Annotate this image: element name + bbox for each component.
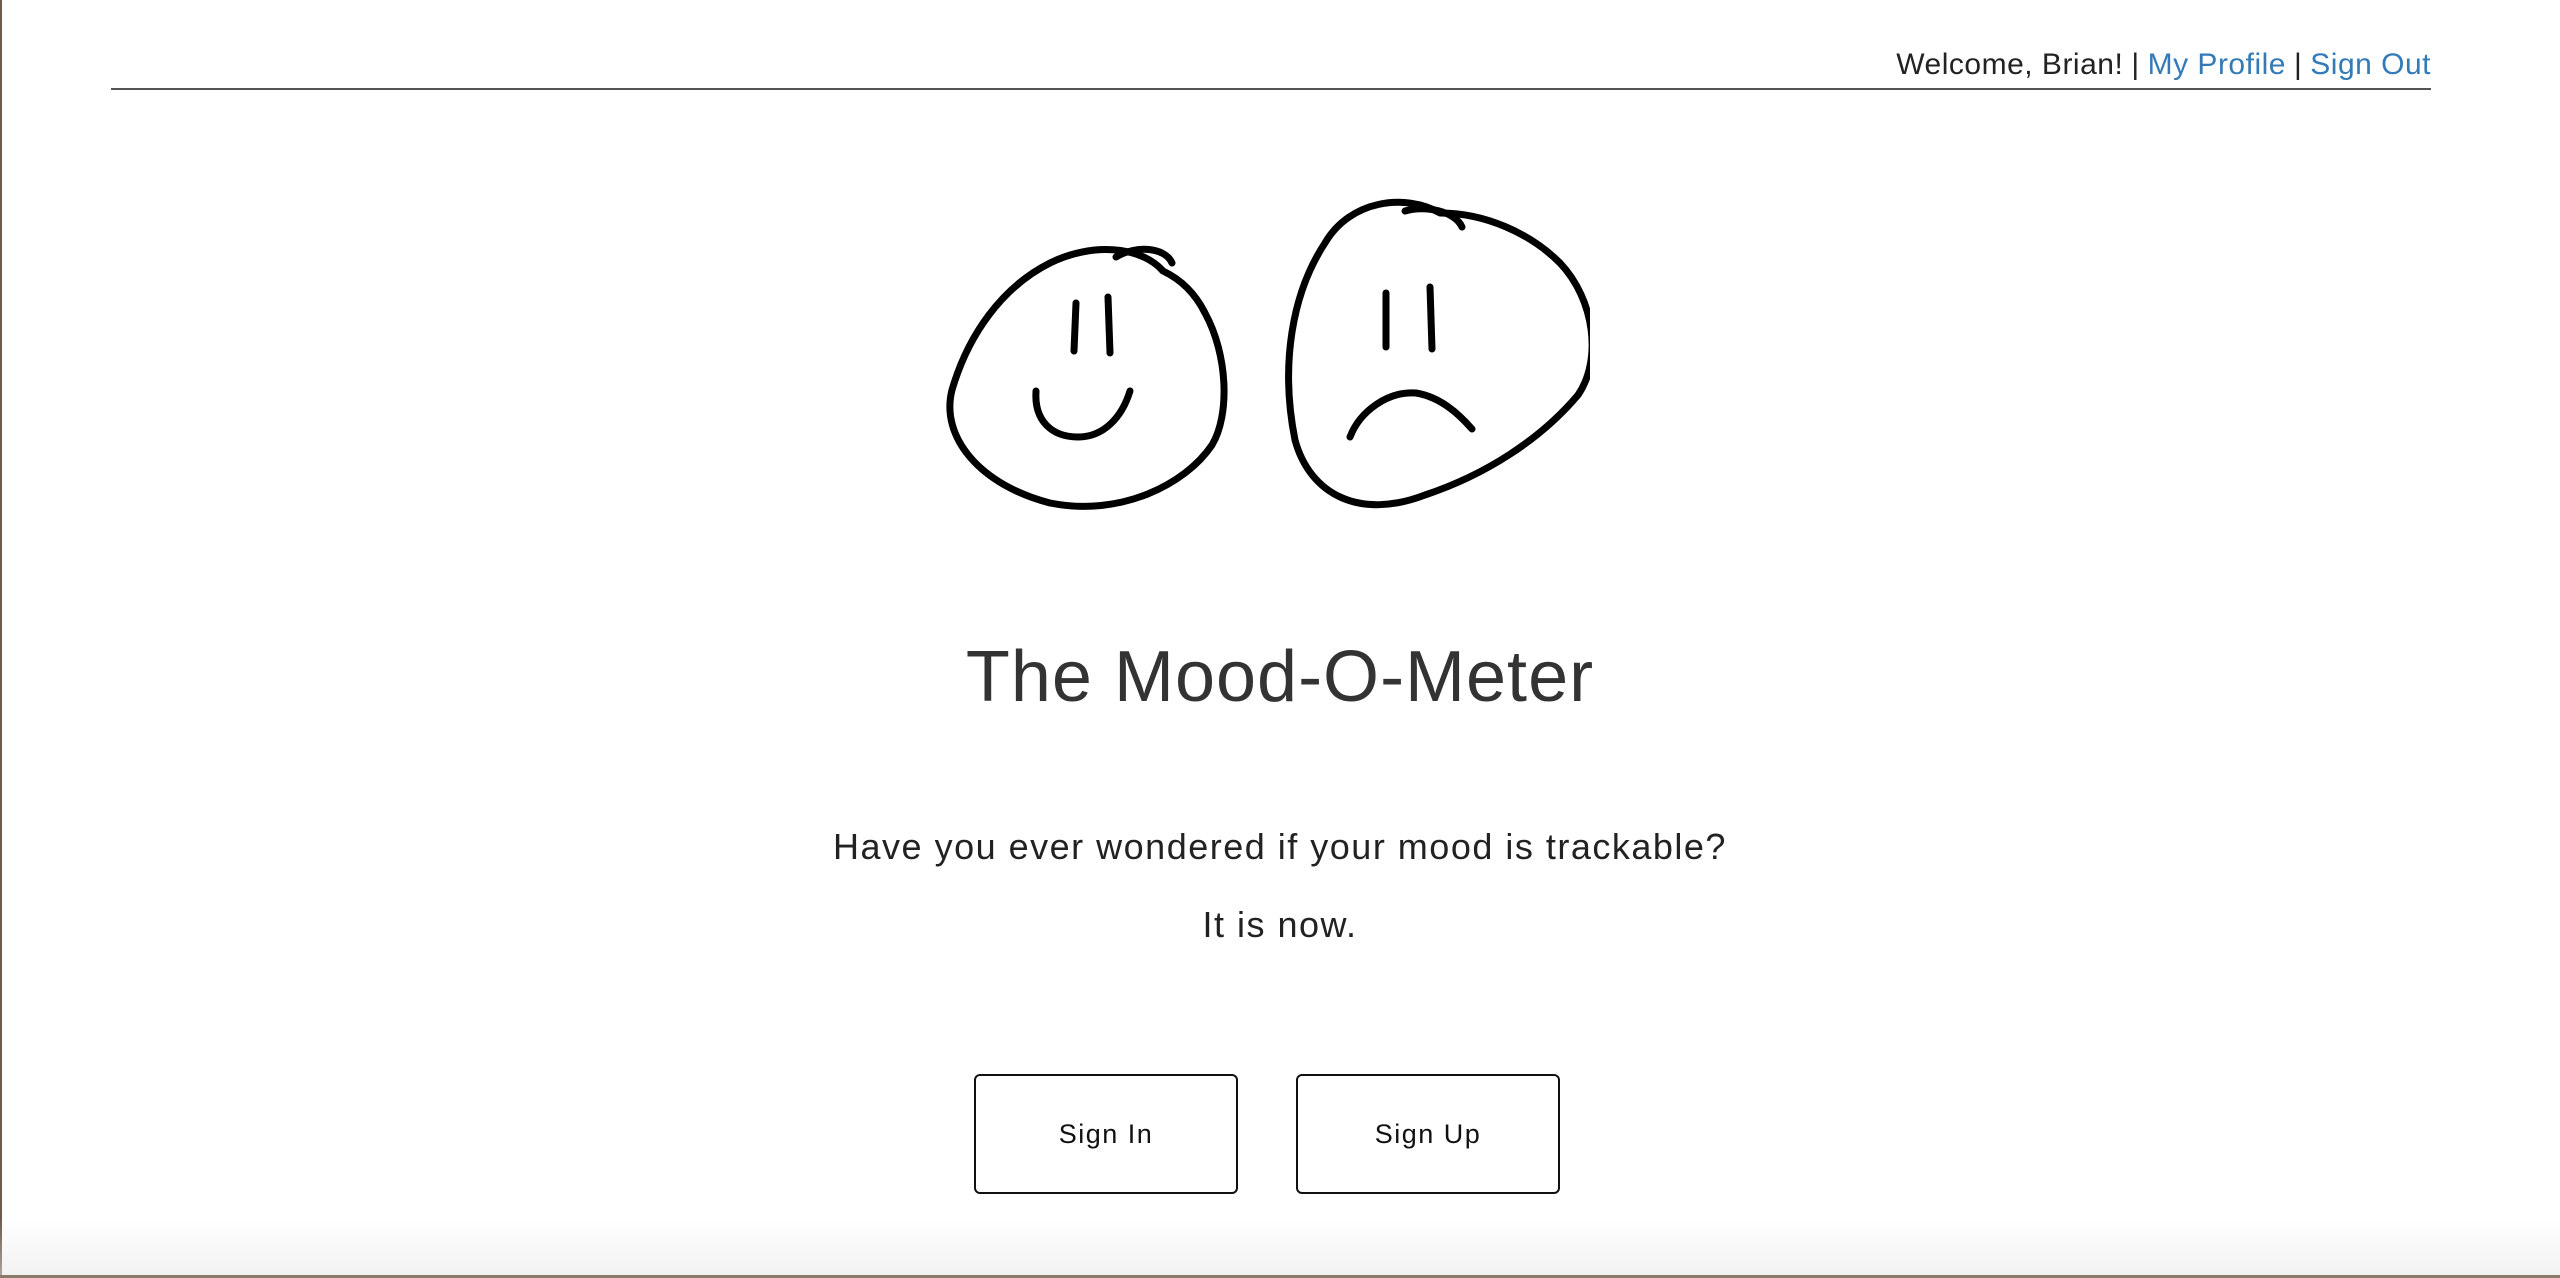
page-bottom-shadow <box>0 1218 2560 1278</box>
sign-out-link[interactable]: Sign Out <box>2310 48 2431 81</box>
top-nav: Welcome, Brian! | My Profile | Sign Out <box>111 38 2431 90</box>
sign-in-button[interactable]: Sign In <box>974 1074 1238 1194</box>
nav-separator: | <box>2293 48 2303 81</box>
tagline-answer: It is now. <box>1202 904 1358 945</box>
user-nav: Welcome, Brian! | My Profile | Sign Out <box>1896 48 2431 82</box>
sad-face-icon <box>1285 198 1590 509</box>
happy-face-icon <box>946 245 1228 510</box>
tagline-question: Have you ever wondered if your mood is t… <box>833 826 1727 867</box>
my-profile-link[interactable]: My Profile <box>2148 48 2286 81</box>
sign-up-button[interactable]: Sign Up <box>1296 1074 1560 1194</box>
page-title: The Mood-O-Meter <box>965 637 1595 717</box>
mood-faces-logo <box>946 198 1590 510</box>
welcome-text: Welcome, Brian! <box>1896 48 2124 81</box>
nav-separator: | <box>2131 48 2140 81</box>
